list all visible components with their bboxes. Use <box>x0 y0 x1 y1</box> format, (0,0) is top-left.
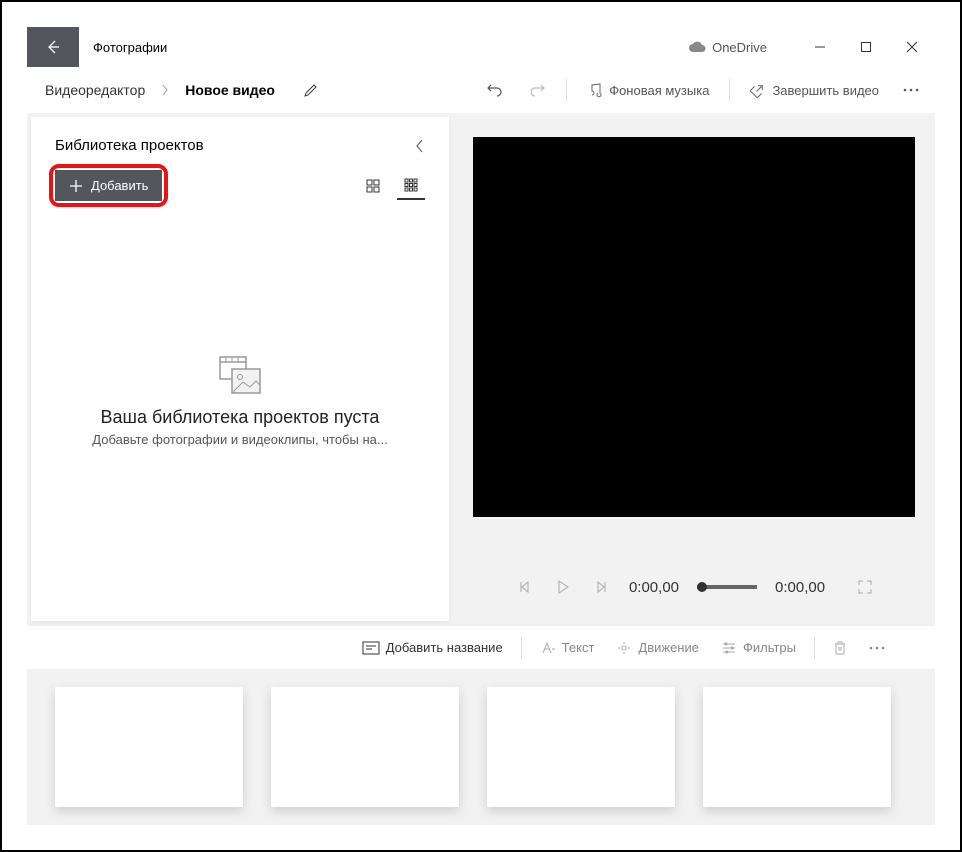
ellipsis-icon <box>903 88 919 92</box>
main-area: Библиотека проектов Добавить <box>27 113 935 625</box>
add-label: Добавить <box>91 178 148 193</box>
separator <box>729 79 730 101</box>
storyboard-slot[interactable] <box>271 687 459 807</box>
filters-button[interactable]: Фильтры <box>713 636 804 659</box>
storyboard-slot[interactable] <box>703 687 891 807</box>
separator <box>814 637 815 659</box>
fullscreen-button[interactable] <box>857 579 873 595</box>
breadcrumb-root[interactable]: Видеоредактор <box>39 78 151 102</box>
grid-large-button[interactable] <box>359 172 387 200</box>
text-icon <box>540 641 556 655</box>
trash-icon <box>833 640 847 656</box>
collapse-button[interactable] <box>415 139 425 153</box>
library-panel: Библиотека проектов Добавить <box>31 117 449 621</box>
titlebar: Фотографии OneDrive <box>27 27 935 67</box>
step-forward-icon <box>595 581 607 593</box>
video-preview[interactable] <box>473 137 915 517</box>
current-time: 0:00,00 <box>629 579 679 596</box>
preview-panel: 0:00,00 0:00,00 <box>453 117 935 625</box>
ellipsis-icon <box>869 646 885 650</box>
play-icon <box>557 580 569 594</box>
step-back-icon <box>519 581 531 593</box>
filters-label: Фильтры <box>743 640 796 655</box>
maximize-icon <box>860 41 872 53</box>
back-button[interactable] <box>27 27 79 67</box>
motion-label: Движение <box>638 640 699 655</box>
pencil-icon <box>303 82 319 98</box>
separator <box>566 79 567 101</box>
separator <box>521 637 522 659</box>
undo-button[interactable] <box>478 75 512 105</box>
redo-button[interactable] <box>520 75 554 105</box>
storyboard-more-button[interactable] <box>861 632 893 664</box>
seek-bar[interactable] <box>697 585 757 589</box>
undo-icon <box>486 81 504 99</box>
add-button[interactable]: Добавить <box>55 170 162 201</box>
grid-small-icon <box>404 178 418 192</box>
minimize-icon <box>814 41 826 53</box>
storyboard[interactable] <box>27 669 935 825</box>
close-button[interactable] <box>889 27 935 67</box>
more-button[interactable] <box>895 74 927 106</box>
app-window: Фотографии OneDrive Видеоредактор Новое … <box>27 27 935 825</box>
chevron-right-icon <box>161 84 169 96</box>
music-label: Фоновая музыка <box>609 83 709 98</box>
finish-video-button[interactable]: Завершить видео <box>742 76 887 104</box>
text-label: Текст <box>562 640 595 655</box>
minimize-button[interactable] <box>797 27 843 67</box>
empty-media-icon <box>218 355 262 395</box>
background-music-button[interactable]: Фоновая музыка <box>579 76 717 104</box>
fullscreen-icon <box>857 579 873 595</box>
chevron-left-icon <box>415 139 425 153</box>
text-button[interactable]: Текст <box>532 636 603 659</box>
empty-state: Ваша библиотека проектов пуста Добавьте … <box>55 201 425 601</box>
app-title: Фотографии <box>93 40 167 55</box>
storyboard-toolbar: Добавить название Текст Движение Фильтры <box>27 625 935 669</box>
command-bar: Видеоредактор Новое видео Фоновая музыка <box>27 67 935 113</box>
grid-large-icon <box>366 179 380 193</box>
cloud-icon <box>688 41 706 53</box>
onedrive-label: OneDrive <box>712 40 767 55</box>
finish-label: Завершить видео <box>772 83 879 98</box>
storyboard-slot[interactable] <box>487 687 675 807</box>
music-icon <box>587 82 603 98</box>
motion-icon <box>616 640 632 656</box>
onedrive-button[interactable]: OneDrive <box>688 40 767 55</box>
maximize-button[interactable] <box>843 27 889 67</box>
grid-small-button[interactable] <box>397 172 425 200</box>
close-icon <box>906 41 918 53</box>
next-frame-button[interactable] <box>591 577 611 597</box>
delete-button[interactable] <box>825 636 855 660</box>
empty-title: Ваша библиотека проектов пуста <box>101 407 380 428</box>
storyboard-slot[interactable] <box>55 687 243 807</box>
redo-icon <box>528 81 546 99</box>
add-title-label: Добавить название <box>386 640 503 655</box>
breadcrumb-current[interactable]: Новое видео <box>179 78 281 102</box>
add-title-card-button[interactable]: Добавить название <box>354 636 511 659</box>
edit-title-button[interactable] <box>303 82 319 98</box>
prev-frame-button[interactable] <box>515 577 535 597</box>
total-time: 0:00,00 <box>775 579 825 596</box>
plus-icon <box>69 179 83 193</box>
export-icon <box>750 82 766 98</box>
player-controls: 0:00,00 0:00,00 <box>473 557 915 617</box>
title-card-icon <box>362 641 380 655</box>
motion-button[interactable]: Движение <box>608 636 707 660</box>
empty-subtitle: Добавьте фотографии и видеоклипы, чтобы … <box>92 432 387 447</box>
arrow-left-icon <box>45 39 61 55</box>
breadcrumb: Видеоредактор Новое видео <box>39 78 319 102</box>
library-title: Библиотека проектов <box>55 137 204 154</box>
filters-icon <box>721 641 737 655</box>
play-button[interactable] <box>553 577 573 597</box>
